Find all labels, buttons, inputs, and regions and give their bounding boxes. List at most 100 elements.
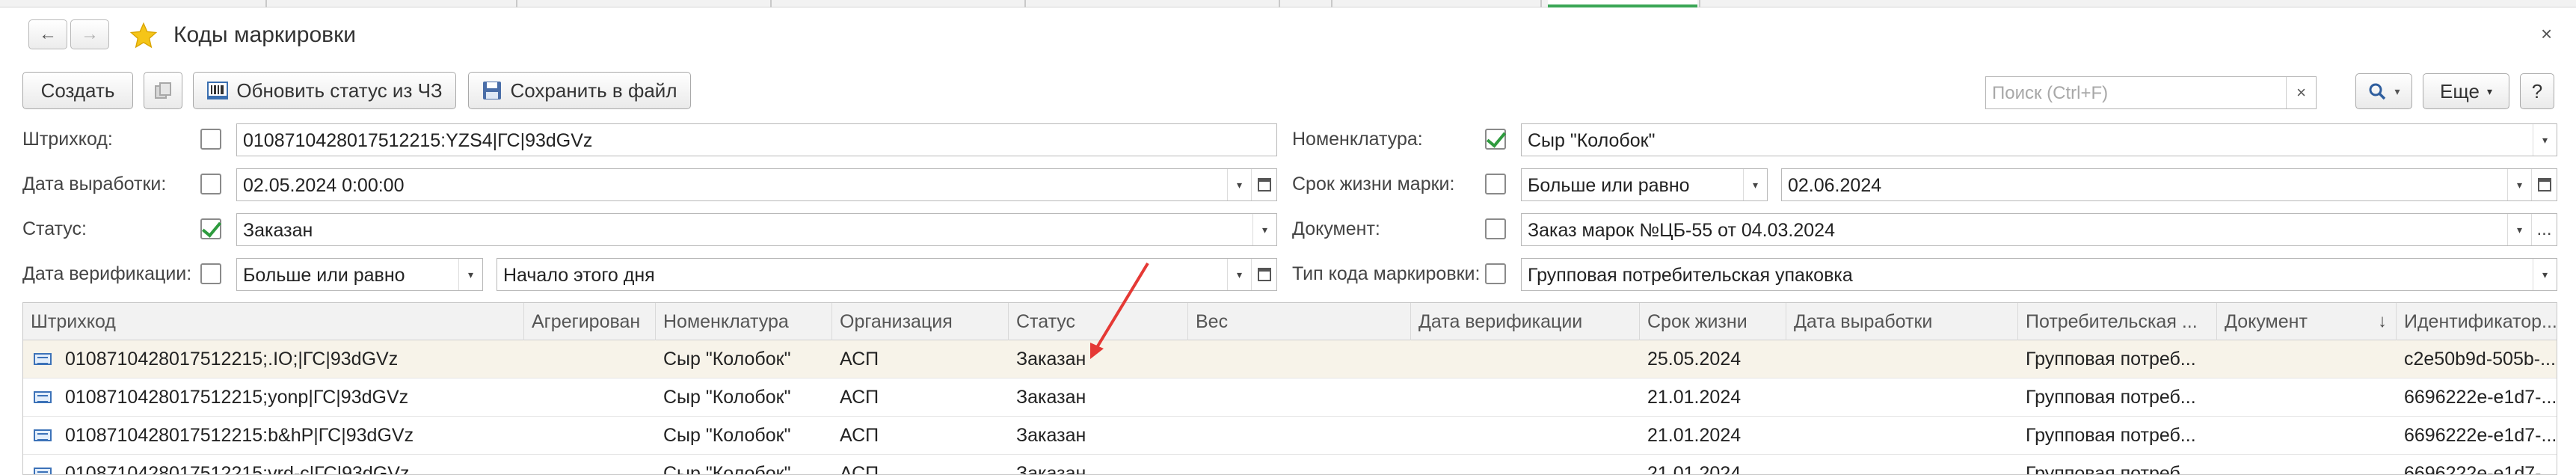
chevron-down-icon[interactable]: ▾ [2507, 169, 2531, 200]
filter-shelf-life-checkbox[interactable] [1485, 174, 1506, 194]
filter-production-date-checkbox[interactable] [200, 174, 221, 194]
column-header-identifier[interactable]: Идентификатор... [2397, 303, 2557, 340]
copy-icon [155, 82, 171, 99]
create-button[interactable]: Создать [22, 72, 133, 109]
filter-barcode-checkbox[interactable] [200, 129, 221, 150]
page-title: Коды маркировки [173, 22, 356, 47]
table-row[interactable]: 0108710428017512215:vrd-c|ГС|93dGVz Сыр … [23, 455, 2557, 475]
filter-verification-date-field[interactable]: Начало этого дня ▾ [497, 258, 1277, 291]
filter-shelf-life-label: Срок жизни марки: [1292, 174, 1455, 194]
chevron-down-icon[interactable]: ▾ [2533, 259, 2557, 290]
filter-shelf-life-condition-field[interactable]: Больше или равно ▾ [1521, 168, 1768, 201]
select-from-list-button[interactable]: ... [2531, 214, 2557, 245]
table-row[interactable]: 0108710428017512215;.IO;|ГС|93dGVz Сыр "… [23, 340, 2557, 379]
search-placeholder: Поиск (Ctrl+F) [1992, 83, 2109, 103]
chevron-down-icon[interactable]: ▾ [458, 259, 482, 290]
column-header-document-label: Документ [2225, 311, 2308, 332]
filter-barcode-field[interactable]: 0108710428017512215:YZS4|ГС|93dGVz [236, 123, 1277, 156]
column-header-shelf-life[interactable]: Срок жизни [1640, 303, 1786, 340]
tab-separator [1540, 0, 1542, 7]
forward-arrow-icon: → [81, 24, 99, 44]
help-icon: ? [2531, 79, 2543, 102]
filter-code-type-checkbox[interactable] [1485, 263, 1506, 284]
search-clear-icon[interactable]: × [2286, 77, 2316, 108]
close-icon[interactable]: × [2541, 22, 2552, 46]
cell-barcode: 0108710428017512215:b&hP|ГС|93dGVz [65, 425, 414, 446]
more-dropdown-icon: ▾ [2486, 85, 2492, 97]
cell-nomenclature: Сыр "Колобок" [663, 349, 791, 370]
search-input[interactable]: Поиск (Ctrl+F) × [1985, 76, 2317, 109]
column-header-aggregated[interactable]: Агрегирован [524, 303, 656, 340]
calendar-icon[interactable] [2531, 169, 2557, 200]
filter-document-checkbox[interactable] [1485, 218, 1506, 239]
filter-status-value: Заказан [243, 220, 313, 241]
cell-organization: АСП [840, 387, 879, 408]
back-button[interactable]: ← [28, 19, 67, 49]
filter-barcode-value: 0108710428017512215:YZS4|ГС|93dGVz [243, 130, 593, 151]
filter-nomenclature-field[interactable]: Сыр "Колобок" ▾ [1521, 123, 2557, 156]
calendar-icon[interactable] [1251, 169, 1276, 200]
chevron-down-icon[interactable]: ▾ [1227, 169, 1251, 200]
search-button[interactable]: ▾ [2355, 73, 2412, 109]
filter-code-type-field[interactable]: Групповая потребительская упаковка ▾ [1521, 258, 2557, 291]
filter-production-date-value: 02.05.2024 0:00:00 [243, 175, 405, 196]
column-header-nomenclature[interactable]: Номенклатура [656, 303, 832, 340]
chevron-down-icon[interactable]: ▾ [1743, 169, 1767, 200]
window-tab-strip [0, 0, 2576, 7]
filter-nomenclature-checkbox[interactable] [1485, 129, 1506, 150]
save-disk-icon [483, 82, 502, 99]
table-row[interactable]: 0108710428017512215:b&hP|ГС|93dGVz Сыр "… [23, 417, 2557, 455]
search-icon [2369, 83, 2386, 100]
cell-shelf-life: 25.05.2024 [1647, 349, 1742, 370]
filter-status-checkbox[interactable] [200, 218, 221, 239]
column-header-document[interactable]: Документ ↓ [2217, 303, 2397, 340]
filter-status-field[interactable]: Заказан ▾ [236, 213, 1277, 246]
favorite-star-icon[interactable] [129, 21, 159, 51]
calendar-icon[interactable] [1251, 259, 1276, 290]
filter-document-field[interactable]: Заказ марок №ЦБ-55 от 04.03.2024 ▾ ... [1521, 213, 2557, 246]
help-button[interactable]: ? [2520, 73, 2554, 109]
create-button-label: Создать [40, 79, 115, 102]
barcode-refresh-icon [207, 82, 229, 99]
filter-verification-condition-field[interactable]: Больше или равно ▾ [236, 258, 483, 291]
marking-code-icon [34, 353, 52, 365]
chevron-down-icon[interactable]: ▾ [2533, 124, 2557, 156]
save-to-file-button[interactable]: Сохранить в файл [468, 72, 691, 109]
filter-production-date-field[interactable]: 02.05.2024 0:00:00 ▾ [236, 168, 1277, 201]
cell-consumer-package: Групповая потреб... [2026, 349, 2196, 370]
column-header-organization[interactable]: Организация [832, 303, 1009, 340]
cell-nomenclature: Сыр "Колобок" [663, 425, 791, 446]
filter-verification-date-checkbox[interactable] [200, 263, 221, 284]
chevron-down-icon[interactable]: ▾ [1227, 259, 1251, 290]
filter-verification-condition-value: Больше или равно [243, 265, 405, 286]
forward-button[interactable]: → [70, 19, 109, 49]
column-header-consumer-package[interactable]: Потребительская ... [2018, 303, 2217, 340]
cell-identifier: 6696222e-e1d7-... [2404, 387, 2557, 408]
marking-codes-table[interactable]: Штрихкод Агрегирован Номенклатура Органи… [22, 302, 2557, 475]
cell-nomenclature: Сыр "Колобок" [663, 387, 791, 408]
chevron-down-icon[interactable]: ▾ [1252, 214, 1276, 245]
column-header-weight[interactable]: Вес [1188, 303, 1411, 340]
cell-status: Заказан [1016, 425, 1086, 446]
column-header-barcode[interactable]: Штрихкод [23, 303, 524, 340]
cell-organization: АСП [840, 425, 879, 446]
cell-organization: АСП [840, 463, 879, 475]
update-status-button[interactable]: Обновить статус из ЧЗ [193, 72, 456, 109]
more-button[interactable]: Еще ▾ [2423, 73, 2509, 109]
table-row[interactable]: 0108710428017512215;yonp|ГС|93dGVz Сыр "… [23, 379, 2557, 417]
marking-code-icon [34, 429, 52, 441]
column-header-production-date[interactable]: Дата выработки [1786, 303, 2018, 340]
column-header-status[interactable]: Статус [1009, 303, 1188, 340]
cell-status: Заказан [1016, 387, 1086, 408]
cell-barcode: 0108710428017512215;yonp|ГС|93dGVz [65, 387, 409, 408]
cell-status: Заказан [1016, 349, 1086, 370]
cell-status: Заказан [1016, 463, 1086, 475]
filter-nomenclature-label: Номенклатура: [1292, 129, 1423, 150]
column-header-verification-date[interactable]: Дата верификации [1411, 303, 1640, 340]
active-window-tab[interactable] [1548, 0, 1697, 7]
filter-shelf-life-date-field[interactable]: 02.06.2024 ▾ [1781, 168, 2557, 201]
tab-separator [1699, 0, 1700, 7]
chevron-down-icon[interactable]: ▾ [2507, 214, 2531, 245]
copy-button[interactable] [144, 72, 182, 109]
filter-verification-date-label: Дата верификации: [22, 263, 192, 284]
